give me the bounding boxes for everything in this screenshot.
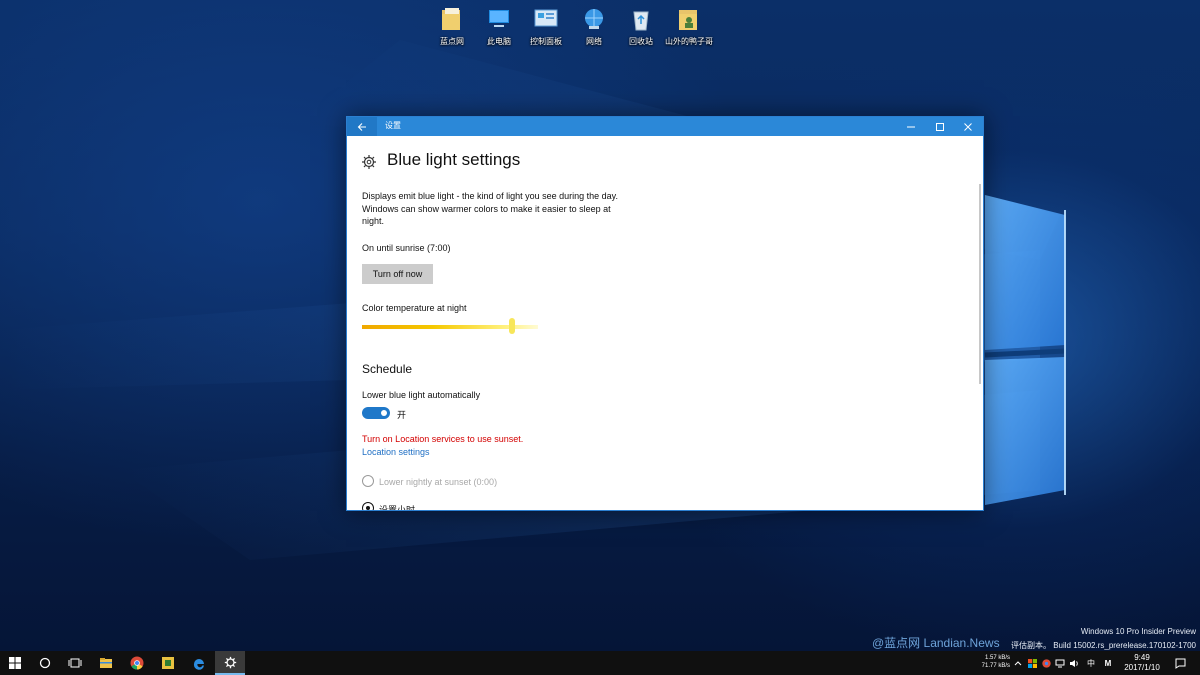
action-center-button[interactable] (1170, 651, 1190, 675)
desktop-icon-label: 控制面板 (530, 37, 562, 46)
taskbar: 1.57 kB/s 71.77 kB/s 中 M 9:49 2017/1/10 (0, 651, 1200, 675)
schedule-heading: Schedule (362, 362, 413, 376)
settings-taskbar-button[interactable] (215, 651, 245, 675)
app-button[interactable] (153, 651, 183, 675)
start-button[interactable] (0, 651, 30, 675)
desktop-icon-label: 蓝点网 (440, 37, 464, 46)
clock-date: 2017/1/10 (1124, 663, 1160, 672)
description-line: Windows can show warmer colors to make i… (362, 203, 611, 214)
maximize-button[interactable] (926, 117, 954, 136)
radio-set-hours-label: 设置小时 (379, 505, 416, 511)
desktop-icon-label: 此电脑 (487, 37, 511, 46)
toggle-knob (381, 410, 387, 416)
tray-chrome[interactable] (1040, 651, 1052, 675)
folder-icon (442, 8, 460, 30)
m-indicator[interactable]: M (1101, 651, 1115, 675)
cortana-button[interactable] (30, 651, 60, 675)
radio-set-hours[interactable] (362, 502, 374, 510)
network-speed: 1.57 kB/s 71.77 kB/s (972, 654, 1010, 670)
edge-icon (193, 659, 204, 670)
volume-icon (1070, 659, 1078, 667)
back-arrow-icon (357, 122, 366, 131)
net-up-speed: 1.57 kB/s (984, 655, 1010, 661)
action-center-icon (1175, 658, 1185, 669)
chevron-up-icon (1014, 661, 1022, 666)
network-tray-icon (1055, 659, 1065, 667)
settings-content: Blue light settings Displays emit blue l… (347, 136, 983, 510)
file-explorer-button[interactable] (91, 651, 121, 675)
build-watermark-line2: 评估副本。 Build 15002.rs_prerelease.170102-1… (1011, 641, 1196, 650)
build-watermark-line1: Windows 10 Pro Insider Preview (1080, 627, 1196, 636)
radio-sunset-label: Lower nightly at sunset (0:00) (379, 477, 498, 487)
recycle-bin-icon (633, 11, 649, 31)
minimize-icon (907, 126, 915, 127)
desktop-icon-label: 网络 (586, 37, 602, 46)
location-settings-link[interactable]: Location settings (362, 447, 430, 457)
tray-network[interactable] (1054, 651, 1066, 675)
show-hidden-icons-button[interactable] (1012, 651, 1024, 675)
computer-icon (489, 10, 509, 27)
toggle-state-text: 开 (397, 410, 407, 420)
color-temperature-slider-thumb[interactable] (508, 318, 515, 334)
windows-flag-icon (1027, 658, 1037, 668)
app-icon (162, 657, 174, 669)
windows-start-icon (9, 657, 21, 669)
gear-icon (362, 155, 376, 169)
clock[interactable]: 9:49 2017/1/10 (1120, 653, 1164, 673)
description-line: Displays emit blue light - the kind of l… (362, 191, 618, 201)
chrome-button[interactable] (122, 651, 152, 675)
tray-volume[interactable] (1068, 651, 1080, 675)
desktop-icon-user-folder[interactable]: 山外的鸭子哥 (661, 4, 717, 50)
cortana-icon (39, 657, 51, 669)
chrome-tray-icon (1041, 658, 1051, 668)
title-bar[interactable]: 设置 (347, 117, 983, 136)
scrollbar[interactable] (979, 184, 981, 384)
ime-indicator[interactable]: 中 (1084, 651, 1098, 675)
radio-sunset[interactable] (362, 475, 374, 487)
network-icon (585, 9, 603, 29)
clock-time: 9:49 (1134, 653, 1150, 662)
maximize-icon (936, 122, 944, 131)
task-view-icon (68, 658, 82, 668)
page-title: Blue light settings (387, 150, 521, 169)
edge-button[interactable] (184, 651, 214, 675)
auto-schedule-toggle[interactable] (362, 407, 390, 419)
desktop-icon-label: 回收站 (629, 37, 653, 46)
settings-window: 设置 Blue light settings Displays emit blu… (346, 116, 984, 511)
description-line: night. (362, 216, 385, 226)
close-button[interactable] (954, 117, 982, 136)
window-title: 设置 (385, 121, 401, 130)
task-view-button[interactable] (60, 651, 90, 675)
back-button[interactable] (347, 117, 377, 136)
turn-off-now-button[interactable]: Turn off now (362, 264, 433, 284)
auto-schedule-label: Lower blue light automatically (362, 390, 481, 400)
location-warning: Turn on Location services to use sunset. (362, 434, 524, 444)
user-folder-icon (679, 10, 697, 30)
file-explorer-icon (100, 658, 112, 668)
desktop-icon-label: 山外的鸭子哥 (665, 37, 713, 46)
status-text: On until sunrise (7:00) (362, 243, 451, 253)
chrome-icon (130, 656, 144, 670)
settings-icon (224, 656, 236, 668)
description: Displays emit blue light - the kind of l… (362, 190, 652, 228)
close-icon (964, 122, 972, 131)
color-temperature-label: Color temperature at night (362, 303, 467, 313)
site-watermark: @蓝点网 Landian.News (872, 636, 1000, 650)
control-panel-icon (534, 9, 558, 27)
tray-windows-flag[interactable] (1026, 651, 1038, 675)
minimize-button[interactable] (897, 117, 925, 136)
net-down-speed: 71.77 kB/s (981, 663, 1010, 669)
